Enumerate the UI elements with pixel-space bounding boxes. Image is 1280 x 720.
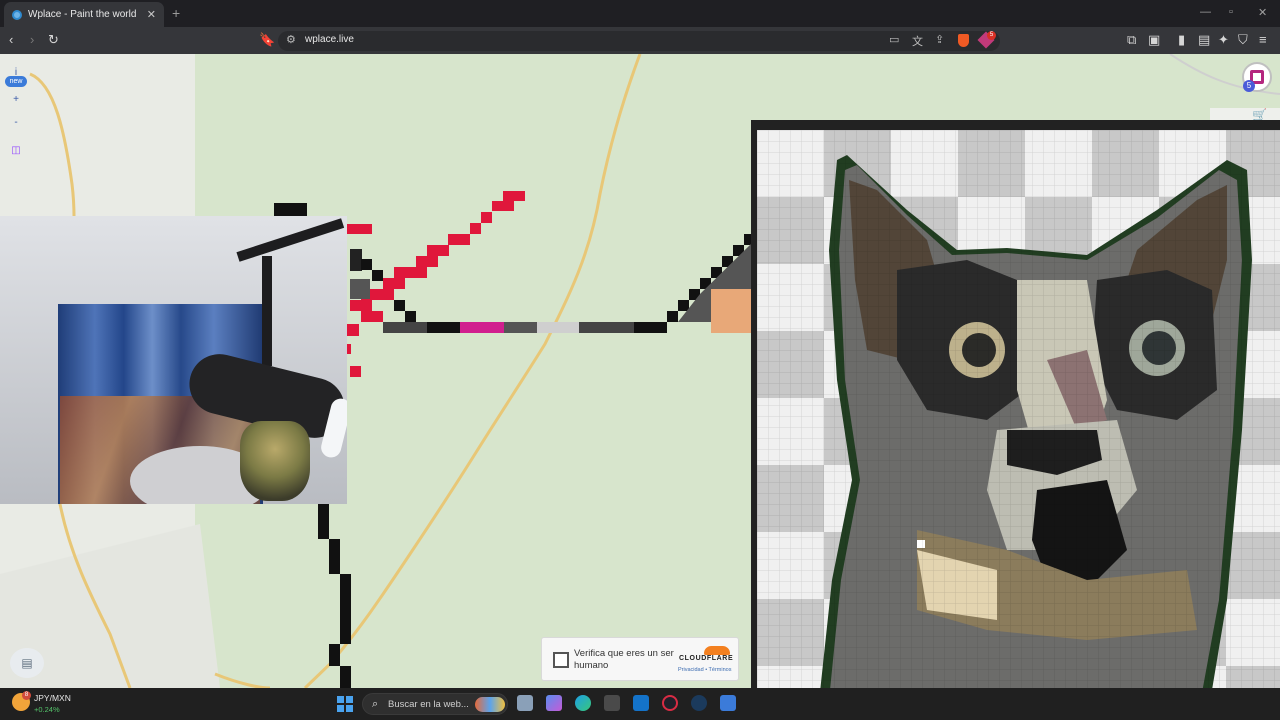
human-verify-checkbox[interactable] — [553, 652, 569, 668]
ticker-pair[interactable]: JPY/MXN — [34, 693, 71, 703]
outlook-icon[interactable] — [633, 695, 649, 711]
pixel-art-template-overlay[interactable] — [751, 120, 1280, 720]
map-settings-button[interactable]: ▤ — [10, 648, 44, 678]
url-text[interactable]: wplace.live — [305, 34, 354, 45]
brave-shields-icon[interactable] — [958, 34, 969, 47]
globe-icon — [12, 9, 22, 20]
cast-icon[interactable]: ▭ — [889, 33, 899, 46]
edge-icon[interactable] — [575, 695, 591, 711]
app-icon[interactable] — [604, 695, 620, 711]
vpn-icon[interactable]: ⛉ — [1238, 32, 1248, 48]
cloudflare-cloud-icon — [704, 646, 730, 655]
forward-icon[interactable]: › — [30, 32, 34, 48]
leo-ai-icon[interactable]: ✦ — [1218, 32, 1229, 48]
mic-arm-pole — [262, 256, 272, 366]
opera-icon[interactable] — [662, 695, 678, 711]
webcam-overlay — [0, 216, 347, 504]
captcha-links[interactable]: Privacidad • Términos — [678, 667, 731, 673]
tab-strip: Wplace - Paint the world ✕ + — ▫ ✕ — [0, 0, 1280, 27]
start-button[interactable] — [337, 696, 353, 712]
back-icon[interactable]: ‹ — [9, 32, 13, 48]
notification-badge: 5 — [1243, 80, 1255, 92]
steam-icon[interactable] — [691, 695, 707, 711]
copilot-icon[interactable] — [546, 695, 562, 711]
rewards-badge: 5 — [987, 31, 996, 40]
zoom-out-button[interactable]: - — [5, 114, 27, 132]
share-icon[interactable]: ⇪ — [935, 33, 944, 46]
task-view-icon[interactable] — [517, 695, 533, 711]
twitch-icon[interactable]: ◫ — [5, 142, 27, 160]
minimize-icon[interactable]: — — [1200, 6, 1211, 18]
new-tab-button[interactable]: + — [172, 5, 180, 21]
map-road — [214, 672, 271, 688]
menu-icon[interactable]: ≡ — [1259, 32, 1267, 48]
reload-icon[interactable]: ↻ — [48, 32, 59, 48]
browser-toolbar: ‹ › ↻ 🔖 ⚙ wplace.live ▭ 文 ⇪ 5 ⧉ ▣ ▮ ▤ ✦ … — [0, 27, 1280, 54]
close-window-icon[interactable]: ✕ — [1258, 6, 1267, 19]
maximize-icon[interactable]: ▫ — [1229, 6, 1233, 18]
cloudflare-logo-text: CLOUDFLARE — [679, 655, 734, 662]
extensions-icon[interactable]: ⧉ — [1127, 32, 1136, 48]
zoom-in-button[interactable]: + — [5, 91, 27, 109]
site-info-icon[interactable]: ⚙ — [286, 33, 296, 46]
close-tab-icon[interactable]: ✕ — [147, 8, 156, 21]
pixel-grid — [757, 130, 1280, 720]
search-placeholder: Buscar en la web... — [388, 699, 469, 710]
pixel-art-dog — [757, 130, 1280, 720]
tab-title: Wplace - Paint the world — [28, 9, 137, 20]
widget-badge: 8 — [22, 691, 31, 700]
browser-tab[interactable]: Wplace - Paint the world ✕ — [4, 2, 164, 27]
search-icon: ⌕ — [372, 698, 379, 710]
captcha-label: Verifica que eres un ser humano — [574, 648, 674, 671]
toy-figure — [240, 421, 310, 501]
screen: Wplace - Paint the world ✕ + — ▫ ✕ ‹ › ↻… — [0, 0, 1280, 720]
taskbar: 8 JPY/MXN +0.24% ⌕ Buscar en la web... — [0, 688, 1280, 720]
pixel-red-diagonal — [347, 191, 525, 377]
search-highlight-icon — [475, 697, 505, 712]
tab-search-icon[interactable]: ▣ — [1148, 32, 1160, 48]
cloudflare-turnstile[interactable]: Verifica que eres un ser humano CLOUDFLA… — [541, 637, 739, 681]
taskbar-search[interactable]: ⌕ Buscar en la web... — [362, 693, 508, 715]
store-icon[interactable] — [720, 695, 736, 711]
sidebar-icon[interactable]: ▮ — [1178, 32, 1185, 48]
ticker-change: +0.24% — [34, 705, 60, 714]
translate-icon[interactable]: 文 — [912, 33, 923, 49]
wallet-icon[interactable]: ▤ — [1198, 32, 1210, 48]
address-bar[interactable]: ⚙ wplace.live ▭ 文 ⇪ 5 — [278, 31, 1000, 51]
bookmark-icon[interactable]: 🔖 — [259, 32, 275, 48]
new-badge: new — [5, 76, 27, 87]
